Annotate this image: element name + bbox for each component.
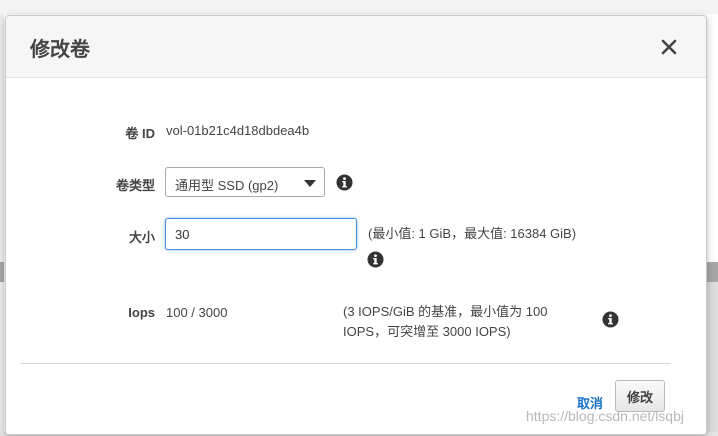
modify-volume-dialog: 修改卷 卷 ID vol-01b21c4d18dbdea4b 卷类型 通用型 S… — [5, 15, 707, 435]
backdrop-right-band — [707, 262, 718, 282]
volume-id-value: vol-01b21c4d18dbdea4b — [166, 123, 310, 138]
chevron-down-icon — [304, 180, 316, 187]
volume-id-label: 卷 ID — [125, 126, 155, 141]
iops-hint-line2: IOPS，可突增至 3000 IOPS) — [343, 324, 511, 339]
dialog-title: 修改卷 — [30, 39, 90, 61]
footer-divider — [20, 363, 671, 364]
volume-type-select[interactable]: 通用型 SSD (gp2) — [165, 167, 325, 197]
backdrop-left-strip — [0, 14, 4, 436]
volume-type-selected: 通用型 SSD (gp2) — [175, 178, 279, 193]
size-input[interactable] — [165, 218, 357, 250]
backdrop-left-band — [0, 262, 4, 282]
iops-value: 100 / 3000 — [166, 305, 228, 320]
backdrop-top-bar — [0, 0, 718, 14]
close-icon[interactable] — [658, 36, 680, 58]
info-icon[interactable] — [602, 311, 619, 328]
backdrop-right-strip — [707, 282, 718, 436]
size-label: 大小 — [128, 230, 155, 245]
info-icon[interactable] — [336, 174, 353, 191]
size-range-hint: (最小值: 1 GiB，最大值: 16384 GiB) — [368, 226, 577, 241]
watermark: https://blog.csdn.net/lsqbj — [526, 408, 684, 424]
dialog-header: 修改卷 — [6, 16, 706, 78]
iops-label: Iops — [128, 305, 155, 320]
info-icon[interactable] — [367, 251, 384, 268]
volume-type-label: 卷类型 — [115, 178, 155, 193]
iops-hint-line1: (3 IOPS/GiB 的基准，最小值为 100 — [343, 304, 548, 319]
